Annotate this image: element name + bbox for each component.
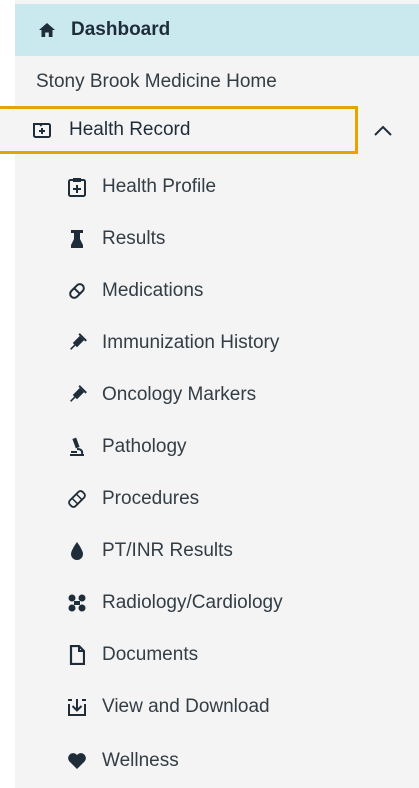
- bandage-icon: [66, 488, 88, 510]
- nav-item-health-profile[interactable]: Health Profile: [66, 170, 216, 204]
- nav-health-record-row: Health Record: [0, 106, 419, 160]
- nav-item-wellness[interactable]: Wellness: [66, 744, 179, 778]
- nav-item-label: Medications: [102, 280, 204, 301]
- nav-item-label: View and Download: [102, 696, 270, 717]
- nav-item-radiology-cardiology[interactable]: Radiology/Cardiology: [66, 586, 283, 620]
- document-icon: [66, 644, 88, 666]
- nav-item-procedures[interactable]: Procedures: [66, 482, 199, 516]
- nav-item-label: Oncology Markers: [102, 384, 257, 405]
- health-profile-icon: [66, 176, 88, 198]
- nav-item-pathology[interactable]: Pathology: [66, 430, 187, 464]
- radiology-icon: [66, 592, 88, 614]
- nav-item-immunization-history[interactable]: Immunization History: [66, 326, 279, 360]
- nav-home-link-label: Stony Brook Medicine Home: [36, 71, 277, 92]
- chevron-up-icon[interactable]: [372, 122, 394, 138]
- health-record-icon: [33, 121, 51, 139]
- nav-item-label: Procedures: [102, 488, 200, 509]
- results-icon: [66, 228, 88, 250]
- nav-item-pt-inr-results[interactable]: PT/INR Results: [66, 534, 233, 568]
- nav-health-record-label: Health Record: [69, 119, 191, 140]
- microscope-icon: [66, 436, 88, 458]
- heart-icon: [66, 750, 88, 772]
- nav-item-label: Documents: [102, 644, 199, 665]
- nav-item-documents[interactable]: Documents: [66, 638, 198, 672]
- nav-dashboard-label: Dashboard: [71, 19, 171, 40]
- syringe-icon: [66, 384, 88, 406]
- pill-icon: [66, 280, 88, 302]
- nav-item-label: Radiology/Cardiology: [102, 592, 283, 613]
- download-icon: [66, 696, 88, 718]
- nav-item-label: Pathology: [102, 436, 187, 457]
- nav-dashboard[interactable]: Dashboard: [15, 4, 419, 56]
- nav-item-label: Results: [102, 228, 166, 249]
- nav-item-medications[interactable]: Medications: [66, 274, 203, 308]
- nav-home-link[interactable]: Stony Brook Medicine Home: [36, 66, 277, 98]
- syringe-icon: [66, 332, 88, 354]
- nav-item-label: Wellness: [102, 750, 179, 771]
- drop-icon: [66, 540, 88, 562]
- home-icon: [39, 22, 55, 38]
- nav-item-label: Health Profile: [102, 176, 217, 197]
- nav-item-label: PT/INR Results: [102, 540, 233, 561]
- nav-item-oncology-markers[interactable]: Oncology Markers: [66, 378, 256, 412]
- nav-item-view-and-download[interactable]: View and Download: [66, 690, 270, 724]
- nav-item-label: Immunization History: [102, 332, 280, 353]
- nav-item-results[interactable]: Results: [66, 222, 165, 256]
- nav-health-record[interactable]: Health Record: [0, 106, 358, 154]
